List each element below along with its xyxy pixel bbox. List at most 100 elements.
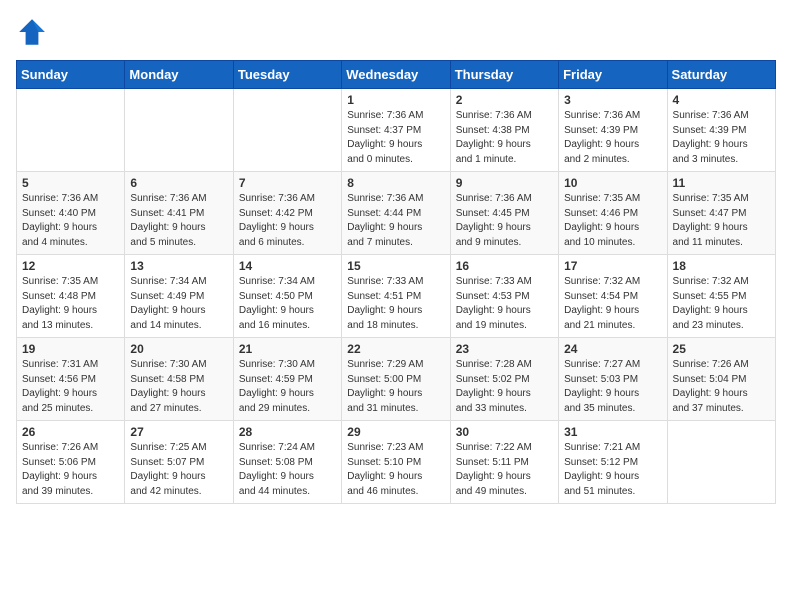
calendar-cell: 28 Sunrise: 7:24 AM Sunset: 5:08 PM Dayli… <box>233 421 341 504</box>
day-info: Sunrise: 7:36 AM Sunset: 4:37 PM Dayligh… <box>347 109 444 167</box>
day-number: 31 <box>564 425 661 439</box>
calendar-week-row: 26Sunrise: 7:26 AM Sunset: 5:06 PM Dayli… <box>17 421 776 504</box>
day-info: Sunrise: 7:28 AM Sunset: 5:02 PM Dayligh… <box>456 358 553 416</box>
day-number: 17 <box>564 259 661 273</box>
day-info: Sunrise: 7:36 AM Sunset: 4:40 PM Dayligh… <box>22 192 119 250</box>
day-info: Sunrise: 7:35 AM Sunset: 4:48 PM Dayligh… <box>22 275 119 333</box>
page-header <box>16 16 776 48</box>
day-info: Sunrise: 7:32 AM Sunset: 4:55 PM Dayligh… <box>673 275 770 333</box>
calendar-cell: 31Sunrise: 7:21 AM Sunset: 5:12 PM Dayli… <box>559 421 667 504</box>
day-info: Sunrise: 7:32 AM Sunset: 4:54 PM Dayligh… <box>564 275 661 333</box>
day-number: 26 <box>22 425 119 439</box>
day-number: 11 <box>673 176 770 190</box>
day-of-week-header: Sunday <box>17 61 125 89</box>
calendar-cell: 21 Sunrise: 7:30 AM Sunset: 4:59 PM Dayli… <box>233 338 341 421</box>
calendar-cell: 24 Sunrise: 7:27 AM Sunset: 5:03 PM Dayli… <box>559 338 667 421</box>
day-info: Sunrise: 7:30 AM Sunset: 4:59 PM Dayligh… <box>239 358 336 416</box>
day-of-week-header: Monday <box>125 61 233 89</box>
calendar-cell: 3 Sunrise: 7:36 AM Sunset: 4:39 PM Daylig… <box>559 89 667 172</box>
day-number: 22 <box>347 342 444 356</box>
calendar-cell: 2Sunrise: 7:36 AM Sunset: 4:38 PM Daylig… <box>450 89 558 172</box>
calendar-cell: 15 Sunrise: 7:33 AM Sunset: 4:51 PM Dayli… <box>342 255 450 338</box>
day-number: 16 <box>456 259 553 273</box>
day-number: 9 <box>456 176 553 190</box>
calendar-cell: 4 Sunrise: 7:36 AM Sunset: 4:39 PM Daylig… <box>667 89 775 172</box>
day-info: Sunrise: 7:36 AM Sunset: 4:44 PM Dayligh… <box>347 192 444 250</box>
calendar-cell: 13Sunrise: 7:34 AM Sunset: 4:49 PM Dayli… <box>125 255 233 338</box>
day-of-week-header: Friday <box>559 61 667 89</box>
day-info: Sunrise: 7:25 AM Sunset: 5:07 PM Dayligh… <box>130 441 227 499</box>
calendar-week-row: 1 Sunrise: 7:36 AM Sunset: 4:37 PM Daylig… <box>17 89 776 172</box>
day-info: Sunrise: 7:36 AM Sunset: 4:39 PM Dayligh… <box>564 109 661 167</box>
calendar-cell: 30 Sunrise: 7:22 AM Sunset: 5:11 PM Dayli… <box>450 421 558 504</box>
calendar-cell <box>125 89 233 172</box>
day-info: Sunrise: 7:36 AM Sunset: 4:45 PM Dayligh… <box>456 192 553 250</box>
day-info: Sunrise: 7:33 AM Sunset: 4:51 PM Dayligh… <box>347 275 444 333</box>
day-of-week-header: Saturday <box>667 61 775 89</box>
day-number: 12 <box>22 259 119 273</box>
calendar-cell <box>17 89 125 172</box>
calendar-cell: 29 Sunrise: 7:23 AM Sunset: 5:10 PM Dayli… <box>342 421 450 504</box>
day-info: Sunrise: 7:31 AM Sunset: 4:56 PM Dayligh… <box>22 358 119 416</box>
day-of-week-header: Thursday <box>450 61 558 89</box>
day-number: 21 <box>239 342 336 356</box>
day-number: 29 <box>347 425 444 439</box>
day-number: 18 <box>673 259 770 273</box>
calendar-cell: 8 Sunrise: 7:36 AM Sunset: 4:44 PM Daylig… <box>342 172 450 255</box>
day-of-week-header: Tuesday <box>233 61 341 89</box>
day-info: Sunrise: 7:26 AM Sunset: 5:04 PM Dayligh… <box>673 358 770 416</box>
calendar-cell: 14Sunrise: 7:34 AM Sunset: 4:50 PM Dayli… <box>233 255 341 338</box>
day-number: 1 <box>347 93 444 107</box>
calendar-week-row: 5 Sunrise: 7:36 AM Sunset: 4:40 PM Daylig… <box>17 172 776 255</box>
day-number: 27 <box>130 425 227 439</box>
day-info: Sunrise: 7:33 AM Sunset: 4:53 PM Dayligh… <box>456 275 553 333</box>
day-number: 7 <box>239 176 336 190</box>
calendar-week-row: 19 Sunrise: 7:31 AM Sunset: 4:56 PM Dayli… <box>17 338 776 421</box>
day-number: 24 <box>564 342 661 356</box>
day-info: Sunrise: 7:24 AM Sunset: 5:08 PM Dayligh… <box>239 441 336 499</box>
day-number: 23 <box>456 342 553 356</box>
day-info: Sunrise: 7:35 AM Sunset: 4:47 PM Dayligh… <box>673 192 770 250</box>
calendar-cell: 19 Sunrise: 7:31 AM Sunset: 4:56 PM Dayli… <box>17 338 125 421</box>
calendar-cell: 20 Sunrise: 7:30 AM Sunset: 4:58 PM Dayli… <box>125 338 233 421</box>
calendar-cell: 12 Sunrise: 7:35 AM Sunset: 4:48 PM Dayli… <box>17 255 125 338</box>
calendar-cell: 17 Sunrise: 7:32 AM Sunset: 4:54 PM Dayli… <box>559 255 667 338</box>
day-info: Sunrise: 7:36 AM Sunset: 4:41 PM Dayligh… <box>130 192 227 250</box>
day-number: 5 <box>22 176 119 190</box>
day-number: 15 <box>347 259 444 273</box>
day-info: Sunrise: 7:30 AM Sunset: 4:58 PM Dayligh… <box>130 358 227 416</box>
day-number: 25 <box>673 342 770 356</box>
day-number: 3 <box>564 93 661 107</box>
day-info: Sunrise: 7:22 AM Sunset: 5:11 PM Dayligh… <box>456 441 553 499</box>
day-number: 13 <box>130 259 227 273</box>
calendar-cell: 6 Sunrise: 7:36 AM Sunset: 4:41 PM Daylig… <box>125 172 233 255</box>
day-of-week-header: Wednesday <box>342 61 450 89</box>
day-number: 8 <box>347 176 444 190</box>
calendar-cell: 23 Sunrise: 7:28 AM Sunset: 5:02 PM Dayli… <box>450 338 558 421</box>
day-info: Sunrise: 7:23 AM Sunset: 5:10 PM Dayligh… <box>347 441 444 499</box>
calendar-cell: 10Sunrise: 7:35 AM Sunset: 4:46 PM Dayli… <box>559 172 667 255</box>
day-number: 28 <box>239 425 336 439</box>
day-number: 19 <box>22 342 119 356</box>
calendar-cell: 16 Sunrise: 7:33 AM Sunset: 4:53 PM Dayli… <box>450 255 558 338</box>
calendar-cell: 27 Sunrise: 7:25 AM Sunset: 5:07 PM Dayli… <box>125 421 233 504</box>
day-info: Sunrise: 7:27 AM Sunset: 5:03 PM Dayligh… <box>564 358 661 416</box>
calendar-cell <box>667 421 775 504</box>
calendar-cell: 22Sunrise: 7:29 AM Sunset: 5:00 PM Dayli… <box>342 338 450 421</box>
logo-icon <box>16 16 48 48</box>
day-number: 2 <box>456 93 553 107</box>
calendar-table: SundayMondayTuesdayWednesdayThursdayFrid… <box>16 60 776 504</box>
day-number: 6 <box>130 176 227 190</box>
day-number: 30 <box>456 425 553 439</box>
day-info: Sunrise: 7:34 AM Sunset: 4:50 PM Dayligh… <box>239 275 336 333</box>
calendar-cell: 1 Sunrise: 7:36 AM Sunset: 4:37 PM Daylig… <box>342 89 450 172</box>
calendar-header-row: SundayMondayTuesdayWednesdayThursdayFrid… <box>17 61 776 89</box>
calendar-cell: 26Sunrise: 7:26 AM Sunset: 5:06 PM Dayli… <box>17 421 125 504</box>
calendar-cell: 18 Sunrise: 7:32 AM Sunset: 4:55 PM Dayli… <box>667 255 775 338</box>
day-number: 4 <box>673 93 770 107</box>
calendar-cell: 5 Sunrise: 7:36 AM Sunset: 4:40 PM Daylig… <box>17 172 125 255</box>
day-number: 20 <box>130 342 227 356</box>
day-info: Sunrise: 7:36 AM Sunset: 4:42 PM Dayligh… <box>239 192 336 250</box>
day-info: Sunrise: 7:36 AM Sunset: 4:39 PM Dayligh… <box>673 109 770 167</box>
calendar-week-row: 12 Sunrise: 7:35 AM Sunset: 4:48 PM Dayli… <box>17 255 776 338</box>
